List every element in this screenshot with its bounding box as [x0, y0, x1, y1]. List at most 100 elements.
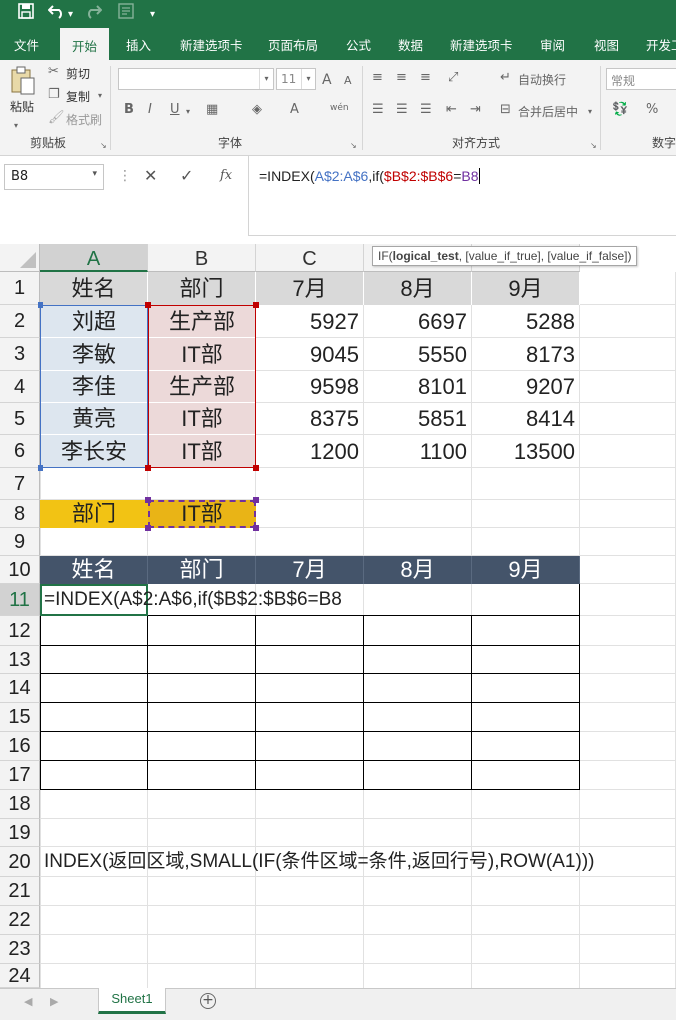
bold-icon[interactable]: B — [124, 102, 134, 118]
table1-cell[interactable]: 8101 — [364, 371, 472, 403]
tab-page-layout[interactable]: 页面布局 — [268, 35, 318, 54]
table2-cell[interactable] — [472, 616, 580, 646]
table1-header-cell[interactable]: 8月 — [364, 272, 472, 305]
criteria-value-cell[interactable]: IT部 — [148, 500, 256, 528]
tab-insert[interactable]: 插入 — [126, 35, 151, 54]
save-icon[interactable] — [18, 3, 34, 24]
align-left-icon[interactable]: ☰ — [372, 102, 384, 118]
row-header-12[interactable]: 12 — [0, 616, 40, 646]
select-all-corner[interactable] — [0, 244, 40, 272]
table1-cell[interactable]: 5288 — [472, 305, 580, 338]
table1-cell[interactable]: IT部 — [148, 338, 256, 371]
row-header-11[interactable]: 11 — [0, 584, 40, 616]
copy-button[interactable]: 复制 — [66, 88, 90, 105]
column-header-c[interactable]: C — [256, 244, 364, 272]
currency-icon[interactable]: 💱 — [612, 102, 628, 118]
range-handle[interactable] — [145, 497, 151, 503]
copy-dropdown-icon[interactable]: ▾ — [98, 88, 102, 104]
table2-header-cell[interactable]: 7月 — [256, 556, 364, 584]
table1-cell[interactable]: 13500 — [472, 435, 580, 468]
table2-cell[interactable] — [148, 616, 256, 646]
table1-header-cell[interactable]: 部门 — [148, 272, 256, 305]
table2-cell[interactable] — [256, 703, 364, 732]
row-header-6[interactable]: 6 — [0, 435, 40, 468]
column-header-a[interactable]: A — [40, 244, 148, 272]
table2-cell[interactable] — [364, 703, 472, 732]
align-middle-icon[interactable]: ≡ — [396, 70, 407, 86]
table2-header-cell[interactable]: 姓名 — [40, 556, 148, 584]
table1-cell[interactable]: 5927 — [256, 305, 364, 338]
tab-home[interactable]: 开始 — [60, 28, 110, 60]
table2-cell[interactable] — [148, 646, 256, 674]
add-sheet-icon[interactable]: + — [200, 993, 216, 1009]
row-header-4[interactable]: 4 — [0, 371, 40, 403]
table1-cell[interactable]: 1200 — [256, 435, 364, 468]
column-header-b[interactable]: B — [148, 244, 256, 272]
font-name-combo[interactable]: ▾ — [118, 68, 274, 90]
merge-center-button[interactable]: 合并后居中 — [518, 103, 578, 120]
row-header-16[interactable]: 16 — [0, 732, 40, 761]
number-format-combo[interactable]: 常规 — [606, 68, 676, 90]
align-center-icon[interactable]: ☰ — [396, 102, 408, 118]
align-top-icon[interactable]: ≡ — [372, 70, 383, 86]
row-header-17[interactable]: 17 — [0, 761, 40, 790]
cancel-icon[interactable]: ✕ — [144, 166, 157, 185]
range-handle[interactable] — [253, 302, 259, 308]
insert-function-icon[interactable]: fx — [220, 168, 232, 183]
row-header-19[interactable]: 19 — [0, 819, 40, 847]
range-handle[interactable] — [253, 465, 259, 471]
tab-data[interactable]: 数据 — [398, 35, 423, 54]
chevron-down-icon[interactable]: ▾ — [92, 169, 97, 179]
formula-input[interactable]: =INDEX(A$2:A$6,if($B$2:$B$6=B8 — [248, 156, 676, 236]
table2-cell[interactable] — [256, 616, 364, 646]
table2-cell[interactable] — [364, 616, 472, 646]
orientation-icon[interactable]: ⤢ — [448, 70, 458, 86]
table2-cell[interactable] — [40, 646, 148, 674]
range-handle[interactable] — [145, 302, 151, 308]
table1-cell[interactable]: 黄亮 — [40, 403, 148, 435]
criteria-label-cell[interactable]: 部门 — [40, 500, 148, 528]
row-header-20[interactable]: 20 — [0, 847, 40, 877]
table2-cell[interactable] — [472, 674, 580, 703]
row-header-18[interactable]: 18 — [0, 790, 40, 819]
sheet-tab-sheet1[interactable]: Sheet1 — [98, 988, 166, 1014]
table1-cell[interactable]: IT部 — [148, 435, 256, 468]
table2-cell[interactable] — [256, 761, 364, 790]
table2-cell[interactable] — [472, 646, 580, 674]
decrease-indent-icon[interactable]: ⇤ — [446, 102, 457, 118]
table2-cell[interactable] — [40, 616, 148, 646]
table2-cell[interactable] — [364, 674, 472, 703]
formula-note[interactable]: INDEX(返回区域,SMALL(IF(条件区域=条件,返回行号),ROW(A1… — [40, 847, 660, 877]
table1-cell[interactable]: 8375 — [256, 403, 364, 435]
increase-indent-icon[interactable]: ⇥ — [470, 102, 481, 118]
wrap-text-icon[interactable]: ↵ — [500, 70, 511, 86]
tab-file[interactable]: 文件 — [14, 35, 39, 54]
chevron-down-icon[interactable]: ▾ — [259, 69, 273, 89]
table1-cell[interactable]: 李敏 — [40, 338, 148, 371]
percent-icon[interactable]: % — [646, 102, 658, 118]
underline-icon[interactable]: U — [170, 102, 180, 118]
cut-button[interactable]: 剪切 — [66, 65, 90, 82]
table1-cell[interactable]: 8414 — [472, 403, 580, 435]
table2-cell[interactable] — [148, 674, 256, 703]
table2-cell[interactable] — [472, 584, 580, 616]
range-handle[interactable] — [145, 525, 151, 531]
tab-developer[interactable]: 开发工 — [646, 35, 676, 54]
table1-header-cell[interactable]: 7月 — [256, 272, 364, 305]
table1-cell[interactable]: 9598 — [256, 371, 364, 403]
chevron-down-icon[interactable]: ▾ — [301, 69, 315, 89]
row-header-15[interactable]: 15 — [0, 703, 40, 732]
table1-cell[interactable]: 9207 — [472, 371, 580, 403]
table2-cell[interactable] — [256, 732, 364, 761]
table2-cell[interactable] — [40, 674, 148, 703]
row-header-10[interactable]: 10 — [0, 556, 40, 584]
table2-cell[interactable] — [364, 732, 472, 761]
align-right-icon[interactable]: ☰ — [420, 102, 432, 118]
undo-icon[interactable] — [47, 3, 66, 24]
tab-new-1[interactable]: 新建选项卡 — [180, 35, 243, 54]
tab-formulas[interactable]: 公式 — [346, 35, 371, 54]
table2-cell[interactable] — [148, 703, 256, 732]
paste-dropdown-icon[interactable]: ▾ — [14, 118, 18, 134]
row-header-24[interactable]: 24 — [0, 964, 40, 988]
table2-cell[interactable] — [472, 761, 580, 790]
